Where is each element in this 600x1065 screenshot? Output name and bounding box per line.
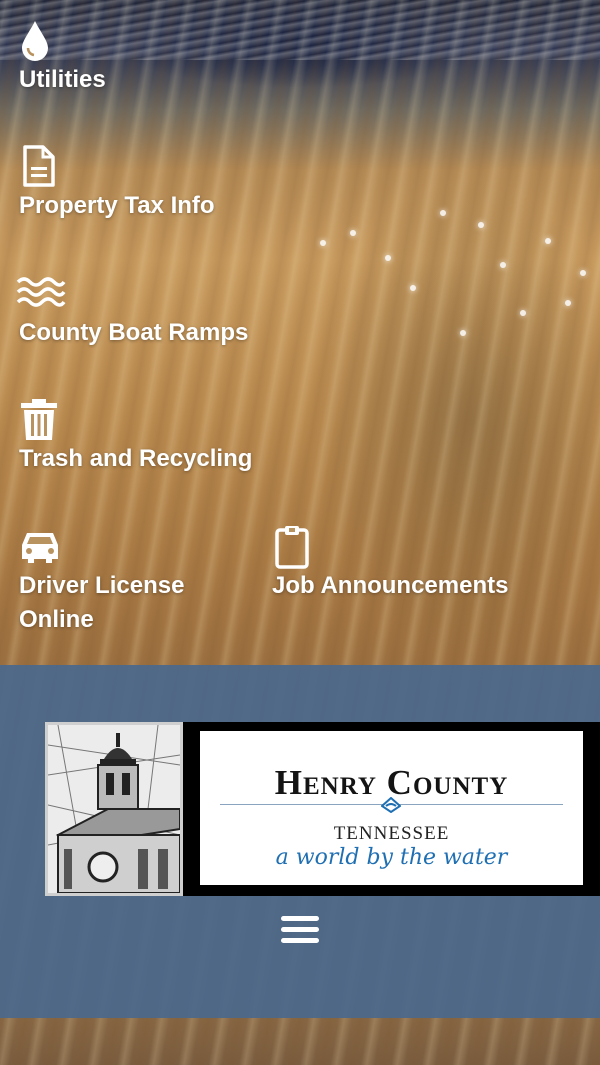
state-name: TENNESSEE — [333, 823, 450, 844]
driver-license-label: Driver License Online — [19, 569, 184, 637]
henry-county-logo: Henry County TENNESSEE a world by the wa… — [183, 722, 600, 896]
trash-recycling-link[interactable]: Trash and Recycling — [19, 398, 252, 476]
car-icon — [19, 525, 184, 569]
county-tagline: a world by the water — [275, 845, 508, 870]
hamburger-menu-icon[interactable] — [278, 913, 322, 947]
driver-license-link[interactable]: Driver License Online — [19, 525, 184, 637]
water-waves-icon — [16, 272, 248, 316]
utilities-link[interactable]: Utilities — [19, 19, 106, 97]
driver-license-label-line1: Driver License — [19, 572, 185, 599]
driver-license-label-line2: Online — [19, 606, 94, 633]
document-icon — [19, 145, 215, 189]
job-announcements-label: Job Announcements — [272, 572, 509, 599]
trash-recycling-label: Trash and Recycling — [19, 445, 253, 472]
boat-ramps-label: County Boat Ramps — [19, 319, 249, 346]
job-announcements-link[interactable]: Job Announcements — [272, 525, 508, 603]
menu-bar-bottom — [281, 938, 319, 943]
menu-bar-top — [281, 916, 319, 921]
property-tax-label: Property Tax Info — [19, 192, 215, 219]
boat-ramps-link[interactable]: County Boat Ramps — [16, 272, 248, 350]
property-tax-link[interactable]: Property Tax Info — [19, 145, 215, 223]
trash-can-icon — [19, 398, 252, 442]
utilities-label: Utilities — [19, 66, 106, 93]
menu-bar-middle — [281, 927, 319, 932]
logo-emblem-icon — [381, 797, 401, 813]
droplet-icon — [19, 19, 106, 63]
courthouse-sketch-image — [45, 722, 183, 896]
logo-banner-inner: Henry County TENNESSEE a world by the wa… — [200, 731, 583, 885]
clipboard-icon — [272, 525, 508, 569]
